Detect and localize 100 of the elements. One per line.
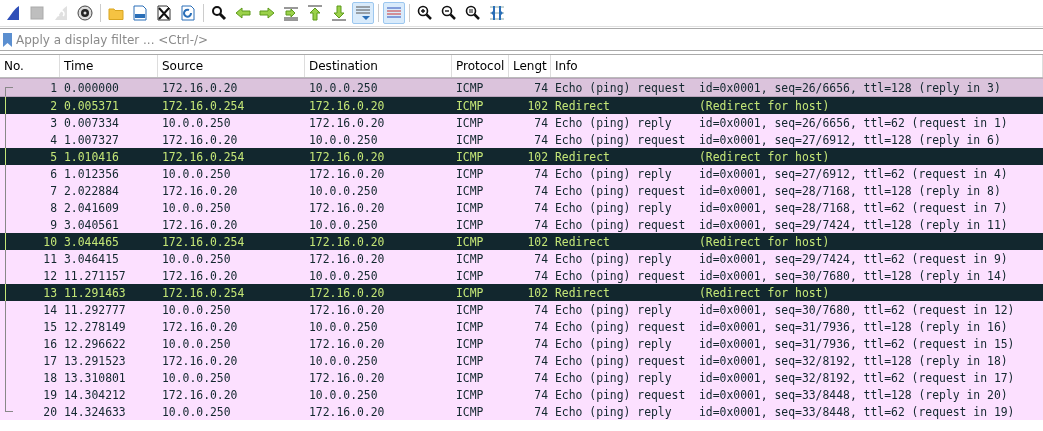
table-cell-text: 7 [49, 183, 58, 198]
table-cell-text: 5 [49, 149, 58, 164]
table-cell-text: 172.16.0.20 [308, 149, 386, 164]
table-cell-text: 10.0.0.250 [161, 302, 232, 317]
colored-lines-icon [386, 5, 402, 21]
packet-row[interactable]: 8 2.041609 10.0.0.250 172.16.0.20 ICMP 74 Echo (ping) reply id=0x0001, seq=28/7168, ttl=62 (request in 7) [0, 199, 1043, 216]
packet-row[interactable]: 7 2.022884 172.16.0.20 10.0.0.250 ICMP 74 Echo (ping) request id=0x0001, seq=28/7168, ttl=128 (reply in 8) [0, 182, 1043, 199]
table-cell-text: 74 [533, 353, 549, 368]
packet-row[interactable]: 17 13.291523 172.16.0.20 10.0.0.250 ICMP 74 Echo (ping) request id=0x0001, seq=32/8192, ttl=128 (reply in 18) [0, 352, 1043, 369]
packet-row[interactable]: 16 12.296622 10.0.0.250 172.16.0.20 ICMP 74 Echo (ping) reply id=0x0001, seq=31/7936, ttl=62 (request in 15) [0, 335, 1043, 352]
packet-row[interactable]: 10 3.044465 172.16.0.254 172.16.0.20 ICMP 102 Redirect (Redirect for host) [0, 233, 1043, 250]
packet-row[interactable]: 18 13.310801 10.0.0.250 172.16.0.20 ICMP 74 Echo (ping) reply id=0x0001, seq=32/8192, ttl=62 (request in 17) [0, 369, 1043, 386]
table-cell-text: 172.16.0.20 [308, 404, 386, 419]
column-header[interactable]: Lengt [509, 55, 551, 77]
table-cell-text: 74 [533, 80, 549, 95]
column-header[interactable]: Protocol [452, 55, 509, 77]
table-cell-text: Redirect (Redirect for host) [554, 149, 831, 164]
table-cell-text: 102 [526, 234, 549, 249]
table-cell-text: 172.16.0.20 [161, 132, 239, 147]
packet-row[interactable]: 6 1.012356 10.0.0.250 172.16.0.20 ICMP 74 Echo (ping) reply id=0x0001, seq=27/6912, ttl=62 (request in 4) [0, 165, 1043, 182]
table-cell-text: 6 [49, 166, 58, 181]
packet-row[interactable]: 2 0.005371 172.16.0.254 172.16.0.20 ICMP 102 Redirect (Redirect for host) [0, 97, 1043, 114]
packet-row[interactable]: 4 1.007327 172.16.0.20 10.0.0.250 ICMP 74 Echo (ping) request id=0x0001, seq=27/6912, ttl=128 (reply in 6) [0, 131, 1043, 148]
packet-row[interactable]: 1 0.000000 172.16.0.20 10.0.0.250 ICMP 74 Echo (ping) request id=0x0001, seq=26/6656, ttl=128 (reply in 3) [0, 78, 1043, 97]
table-cell-text: ICMP [455, 149, 485, 164]
column-header[interactable]: Time [60, 55, 158, 77]
list-arrow-icon [283, 5, 299, 21]
table-cell-text: 3 [49, 115, 58, 130]
table-cell-text: 172.16.0.254 [161, 149, 246, 164]
table-cell-text: 4 [49, 132, 58, 147]
packet-row[interactable]: 11 3.046415 10.0.0.250 172.16.0.20 ICMP 74 Echo (ping) reply id=0x0001, seq=29/7424, ttl=62 (request in 9) [0, 250, 1043, 267]
table-cell-text: Echo (ping) reply id=0x0001, seq=29/7424, ttl=62 (request in 9) [554, 251, 1009, 266]
table-cell-text: 3.040561 [63, 217, 120, 232]
packet-row[interactable]: 20 14.324633 10.0.0.250 172.16.0.20 ICMP 74 Echo (ping) reply id=0x0001, seq=33/8448, ttl=62 (request in 19) [0, 403, 1043, 420]
table-cell-text: 1.010416 [63, 149, 120, 164]
column-header[interactable]: No. [0, 55, 60, 77]
colored-lines-button[interactable] [383, 2, 405, 24]
bookmark-icon[interactable] [3, 32, 12, 47]
zoom-reset-icon [465, 5, 481, 21]
column-header[interactable]: Source [158, 55, 305, 77]
table-cell-text: 14 [42, 302, 58, 317]
packet-row[interactable]: 9 3.040561 172.16.0.20 10.0.0.250 ICMP 74 Echo (ping) request id=0x0001, seq=29/7424, ttl=128 (reply in 11) [0, 216, 1043, 233]
table-cell-text: ICMP [455, 336, 485, 351]
table-cell-text: 172.16.0.20 [308, 115, 386, 130]
table-cell-text: Redirect (Redirect for host) [554, 98, 831, 113]
table-cell-text: 1 [49, 80, 58, 95]
table-cell-text: 11.271157 [63, 268, 127, 283]
gear-button[interactable] [74, 2, 96, 24]
table-cell-text: 102 [526, 285, 549, 300]
packet-row[interactable]: 19 14.304212 172.16.0.20 10.0.0.250 ICMP 74 Echo (ping) request id=0x0001, seq=33/8448, ttl=128 (reply in 20) [0, 386, 1043, 403]
table-cell-text: 14.304212 [63, 387, 127, 402]
table-cell-text: 9 [49, 217, 58, 232]
table-cell-text: 172.16.0.20 [161, 80, 239, 95]
table-cell-text: Echo (ping) reply id=0x0001, seq=30/7680, ttl=62 (request in 12) [554, 302, 1016, 317]
table-cell-text: 172.16.0.20 [308, 302, 386, 317]
list-down-button[interactable] [352, 2, 374, 24]
table-cell-text: 74 [533, 132, 549, 147]
table-cell-text: 172.16.0.254 [161, 234, 246, 249]
table-cell-text: ICMP [455, 353, 485, 368]
file-close-icon [156, 5, 172, 21]
table-cell-text: 10.0.0.250 [161, 404, 232, 419]
table-cell-text: 10.0.0.250 [308, 183, 379, 198]
table-cell-text: 74 [533, 302, 549, 317]
table-cell-text: Echo (ping) request id=0x0001, seq=32/8192, ttl=128 (reply in 18) [554, 353, 1009, 368]
column-header[interactable]: Destination [305, 55, 452, 77]
table-cell-text: 10.0.0.250 [161, 251, 232, 266]
table-cell-text: ICMP [455, 251, 485, 266]
table-cell-text: 74 [533, 217, 549, 232]
table-cell-text: Echo (ping) reply id=0x0001, seq=28/7168, ttl=62 (request in 7) [554, 200, 1009, 215]
packet-row[interactable]: 13 11.291463 172.16.0.254 172.16.0.20 ICMP 102 Redirect (Redirect for host) [0, 284, 1043, 301]
stop-icon [29, 5, 45, 21]
packet-row[interactable]: 5 1.010416 172.16.0.254 172.16.0.20 ICMP 102 Redirect (Redirect for host) [0, 148, 1043, 165]
packet-row[interactable]: 14 11.292777 10.0.0.250 172.16.0.20 ICMP 74 Echo (ping) reply id=0x0001, seq=30/7680, ttl=62 (request in 12) [0, 301, 1043, 318]
right-arrow-icon [259, 5, 275, 21]
table-cell-text: ICMP [455, 302, 485, 317]
packet-row[interactable]: 15 12.278149 172.16.0.20 10.0.0.250 ICMP 74 Echo (ping) request id=0x0001, seq=31/7936, ttl=128 (reply in 16) [0, 318, 1043, 335]
table-cell-text: Echo (ping) reply id=0x0001, seq=27/6912, ttl=62 (request in 4) [554, 166, 1009, 181]
table-cell-text: 172.16.0.20 [161, 217, 239, 232]
table-cell-text: 12 [42, 268, 58, 283]
column-header[interactable]: Info [551, 55, 1043, 77]
table-cell-text: Echo (ping) reply id=0x0001, seq=26/6656, ttl=62 (request in 1) [554, 115, 1009, 130]
table-cell-text: 0.007334 [63, 115, 120, 130]
table-cell-text: 172.16.0.20 [308, 98, 386, 113]
table-cell-text: 10.0.0.250 [308, 80, 379, 95]
table-cell-text: ICMP [455, 200, 485, 215]
packet-row[interactable]: 12 11.271157 172.16.0.20 10.0.0.250 ICMP 74 Echo (ping) request id=0x0001, seq=30/7680, ttl=128 (reply in 14) [0, 267, 1043, 284]
table-cell-text: 74 [533, 251, 549, 266]
table-cell-text: Echo (ping) request id=0x0001, seq=26/6656, ttl=128 (reply in 3) [554, 80, 1002, 95]
shark-fin-icon [53, 5, 69, 21]
column-resize-icon [489, 5, 505, 21]
table-cell-text: 74 [533, 370, 549, 385]
table-cell-text: 172.16.0.20 [308, 166, 386, 181]
left-arrow-icon [235, 5, 251, 21]
packet-row[interactable]: 3 0.007334 10.0.0.250 172.16.0.20 ICMP 74 Echo (ping) reply id=0x0001, seq=26/6656, ttl=62 (request in 1) [0, 114, 1043, 131]
table-cell-text: Echo (ping) request id=0x0001, seq=31/7936, ttl=128 (reply in 16) [554, 319, 1009, 334]
table-cell-text: 172.16.0.20 [161, 387, 239, 402]
zoom-in-icon [417, 5, 433, 21]
table-cell-text: 0.005371 [63, 98, 120, 113]
table-cell-text: 12.296622 [63, 336, 127, 351]
table-cell-text: Redirect (Redirect for host) [554, 285, 831, 300]
